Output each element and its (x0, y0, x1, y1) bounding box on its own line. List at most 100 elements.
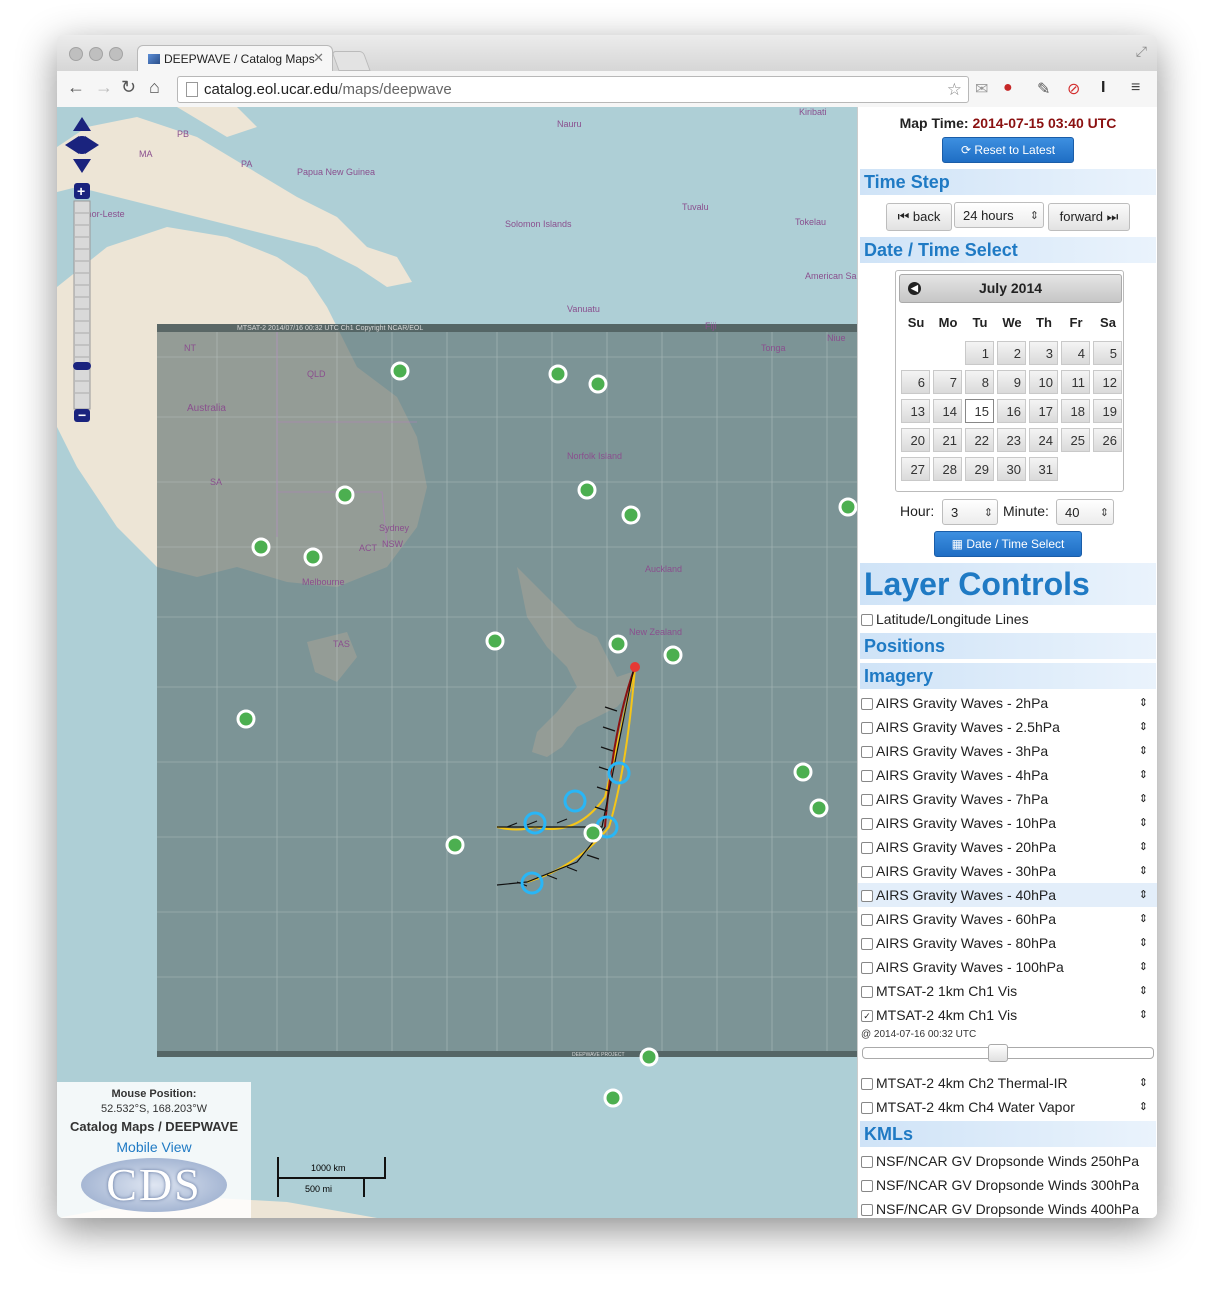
layer-checkbox[interactable] (861, 698, 873, 710)
close-window-button[interactable] (69, 47, 83, 61)
latlon-checkbox[interactable] (861, 614, 873, 626)
extension-red-icon[interactable]: ● (1003, 79, 1013, 97)
layer-row[interactable]: MTSAT-2 4km Ch4 Water Vapor ⇕ (858, 1095, 1157, 1119)
reorder-icon[interactable]: ⇕ (1139, 859, 1148, 883)
reorder-icon[interactable]: ⇕ (1139, 739, 1148, 763)
reorder-icon[interactable]: ⇕ (1139, 691, 1148, 715)
calendar-day[interactable]: 4 (1061, 341, 1090, 365)
layer-row[interactable]: MTSAT-2 4km Ch2 Thermal-IR ⇕ (858, 1071, 1157, 1095)
calendar-day[interactable]: 10 (1029, 370, 1058, 394)
layer-checkbox[interactable] (861, 914, 873, 926)
layer-row[interactable]: AIRS Gravity Waves - 80hPa ⇕ (858, 931, 1157, 955)
positions-header[interactable]: Positions (860, 633, 1156, 659)
layer-row[interactable]: AIRS Gravity Waves - 7hPa ⇕ (858, 787, 1157, 811)
layer-checkbox[interactable] (861, 746, 873, 758)
calendar-day[interactable]: 9 (997, 370, 1026, 394)
calendar-day[interactable]: 19 (1093, 399, 1122, 423)
layer-row[interactable]: AIRS Gravity Waves - 4hPa ⇕ (858, 763, 1157, 787)
calendar-day[interactable]: 23 (997, 428, 1026, 452)
reorder-icon[interactable]: ⇕ (1139, 979, 1148, 1003)
calendar-day[interactable]: 1 (965, 341, 994, 365)
address-bar[interactable]: catalog.eol.ucar.edu/maps/deepwave ☆ (177, 76, 969, 103)
calendar-day[interactable]: 28 (933, 457, 962, 481)
time-step-select[interactable]: 24 hours ⇕ (954, 202, 1044, 228)
reorder-icon[interactable]: ⇕ (1139, 955, 1148, 979)
calendar-day[interactable]: 12 (1093, 370, 1122, 394)
close-tab-icon[interactable]: ✕ (313, 50, 324, 66)
calendar-day[interactable]: 18 (1061, 399, 1090, 423)
layer-row[interactable]: AIRS Gravity Waves - 20hPa ⇕ (858, 835, 1157, 859)
zoom-slider-handle[interactable] (73, 362, 91, 370)
calendar-day[interactable]: 22 (965, 428, 994, 452)
calendar-day[interactable]: 13 (901, 399, 930, 423)
minute-select[interactable]: 40 ⇕ (1056, 499, 1114, 525)
layer-row[interactable]: AIRS Gravity Waves - 2.5hPa ⇕ (858, 715, 1157, 739)
new-tab-button[interactable] (331, 51, 371, 71)
calendar-day[interactable]: 2 (997, 341, 1026, 365)
calendar-day[interactable]: 26 (1093, 428, 1122, 452)
layer-row[interactable]: AIRS Gravity Waves - 10hPa ⇕ (858, 811, 1157, 835)
hour-select[interactable]: 3 ⇕ (942, 499, 998, 525)
layer-checkbox[interactable] (861, 962, 873, 974)
menu-icon[interactable]: ≡ (1131, 79, 1140, 97)
imagery-header[interactable]: Imagery (860, 663, 1156, 689)
layer-row[interactable]: MTSAT-2 1km Ch1 Vis ⇕ (858, 979, 1157, 1003)
layer-row[interactable]: ✓ MTSAT-2 4km Ch1 Vis ⇕ (858, 1003, 1157, 1027)
reorder-icon[interactable]: ⇕ (1139, 811, 1148, 835)
map-viewport[interactable]: MTSAT-2 2014/07/16 00:32 UTC Ch1 Copyrig… (57, 107, 857, 1218)
mail-icon[interactable]: ✉ (975, 79, 988, 99)
prev-month-icon[interactable]: ◀ (908, 282, 921, 295)
layer-row[interactable]: NSF/NCAR GV Dropsonde Winds 250hPa (858, 1149, 1157, 1173)
calendar-day[interactable]: 27 (901, 457, 930, 481)
forward-button[interactable]: forward ⏭ (1048, 203, 1130, 231)
layer-row[interactable]: AIRS Gravity Waves - 60hPa ⇕ (858, 907, 1157, 931)
layer-checkbox[interactable] (861, 938, 873, 950)
layer-checkbox[interactable] (861, 1204, 873, 1216)
reorder-icon[interactable]: ⇕ (1139, 907, 1148, 931)
calendar-day[interactable]: 15 (965, 399, 994, 423)
back-button[interactable]: ⏮ back (886, 203, 952, 231)
calendar-day[interactable]: 17 (1029, 399, 1058, 423)
reorder-icon[interactable]: ⇕ (1139, 787, 1148, 811)
calendar-day[interactable]: 14 (933, 399, 962, 423)
reload-icon[interactable]: ↻ (121, 77, 136, 98)
layer-checkbox[interactable] (861, 986, 873, 998)
layer-checkbox[interactable] (861, 794, 873, 806)
layer-checkbox[interactable] (861, 1078, 873, 1090)
pin-icon[interactable]: ✎ (1037, 79, 1050, 99)
back-arrow-icon[interactable]: ← (67, 77, 85, 98)
stop-icon[interactable]: ⊘ (1067, 79, 1080, 99)
kmls-header[interactable]: KMLs (860, 1121, 1156, 1147)
layer-checkbox[interactable]: ✓ (861, 1010, 873, 1022)
calendar-day[interactable]: 20 (901, 428, 930, 452)
fullscreen-icon[interactable]: ⤢ (1136, 43, 1147, 60)
minimize-window-button[interactable] (89, 47, 103, 61)
home-icon[interactable]: ⌂ (149, 77, 160, 98)
layer-checkbox[interactable] (861, 1102, 873, 1114)
layer-checkbox[interactable] (861, 722, 873, 734)
reorder-icon[interactable]: ⇕ (1139, 1003, 1148, 1027)
reorder-icon[interactable]: ⇕ (1139, 931, 1148, 955)
latlon-layer-row[interactable]: Latitude/Longitude Lines (858, 607, 1157, 631)
calendar-day[interactable]: 5 (1093, 341, 1122, 365)
layer-checkbox[interactable] (861, 866, 873, 878)
calendar-day[interactable]: 16 (997, 399, 1026, 423)
calendar-day[interactable]: 29 (965, 457, 994, 481)
pan-control[interactable] (65, 117, 99, 173)
layer-row[interactable]: AIRS Gravity Waves - 2hPa ⇕ (858, 691, 1157, 715)
layer-checkbox[interactable] (861, 818, 873, 830)
map-canvas[interactable]: MTSAT-2 2014/07/16 00:32 UTC Ch1 Copyrig… (57, 107, 857, 1218)
calendar-day[interactable]: 8 (965, 370, 994, 394)
reorder-icon[interactable]: ⇕ (1139, 1071, 1148, 1095)
layer-row[interactable]: NSF/NCAR GV Dropsonde Winds 300hPa (858, 1173, 1157, 1197)
layer-checkbox[interactable] (861, 842, 873, 854)
browser-tab[interactable]: DEEPWAVE / Catalog Maps ✕ (137, 45, 333, 72)
layer-row[interactable]: AIRS Gravity Waves - 3hPa ⇕ (858, 739, 1157, 763)
layer-checkbox[interactable] (861, 1180, 873, 1192)
zoom-window-button[interactable] (109, 47, 123, 61)
layer-row[interactable]: AIRS Gravity Waves - 40hPa ⇕ (858, 883, 1157, 907)
reset-to-latest-button[interactable]: ⟳ Reset to Latest (942, 137, 1074, 163)
calendar-day[interactable]: 30 (997, 457, 1026, 481)
layer-checkbox[interactable] (861, 770, 873, 782)
reorder-icon[interactable]: ⇕ (1139, 883, 1148, 907)
